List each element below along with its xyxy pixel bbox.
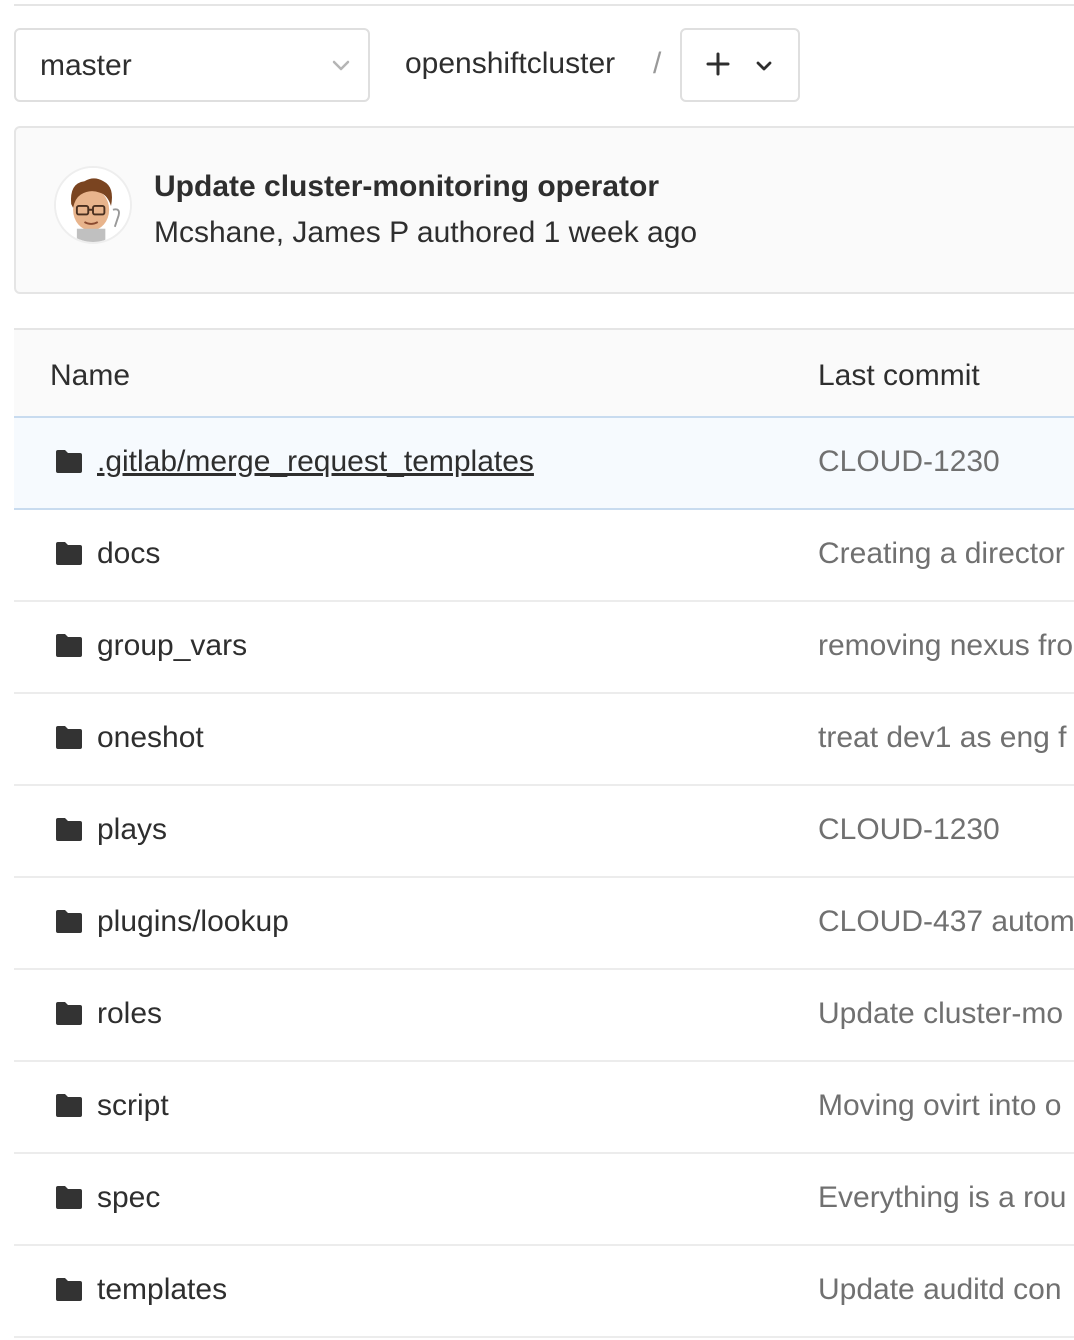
folder-icon xyxy=(54,1000,84,1026)
chevron-down-icon xyxy=(756,61,772,71)
last-commit-message[interactable]: Moving ovirt into o xyxy=(818,1089,1074,1123)
column-header-last-commit: Last commit xyxy=(818,359,980,392)
table-row[interactable]: group_vars removing nexus fro xyxy=(14,602,1074,694)
table-row[interactable]: docs Creating a director xyxy=(14,510,1074,602)
file-name-link[interactable]: script xyxy=(97,1089,169,1123)
last-commit-message[interactable]: CLOUD-1230 xyxy=(818,445,1074,479)
table-body: .gitlab/merge_request_templates CLOUD-123… xyxy=(14,418,1074,1338)
file-name-link[interactable]: templates xyxy=(97,1273,227,1307)
last-commit-message[interactable]: Update cluster-mo xyxy=(818,997,1074,1031)
branch-select[interactable]: master xyxy=(14,28,370,102)
table-row[interactable]: script Moving ovirt into o xyxy=(14,1062,1074,1154)
table-row[interactable]: plugins/lookup CLOUD-437 autom xyxy=(14,878,1074,970)
last-commit-message[interactable]: removing nexus fro xyxy=(818,629,1074,663)
folder-icon xyxy=(54,816,84,842)
commit-title[interactable]: Update cluster-monitoring operator xyxy=(154,170,659,204)
folder-icon xyxy=(54,1184,84,1210)
file-name-link[interactable]: .gitlab/merge_request_templates xyxy=(97,445,534,479)
folder-icon xyxy=(54,908,84,934)
add-file-dropdown[interactable] xyxy=(680,28,800,102)
table-row[interactable]: .gitlab/merge_request_templates CLOUD-123… xyxy=(14,418,1074,510)
table-row[interactable]: roles Update cluster-mo xyxy=(14,970,1074,1062)
file-name-link[interactable]: docs xyxy=(97,537,160,571)
folder-icon xyxy=(54,540,84,566)
breadcrumb-separator: / xyxy=(653,47,662,80)
last-commit-panel: Update cluster-monitoring operator Mcsha… xyxy=(14,126,1074,294)
file-table: Name Last commit .gitlab/merge_request_t… xyxy=(14,328,1074,1338)
avatar-image xyxy=(56,168,130,242)
folder-icon xyxy=(54,632,84,658)
column-header-name: Name xyxy=(50,359,131,392)
folder-icon xyxy=(54,448,84,474)
plus-icon xyxy=(706,52,730,76)
table-header: Name Last commit xyxy=(14,328,1074,418)
last-commit-message[interactable]: Creating a director xyxy=(818,537,1074,571)
table-row[interactable]: templates Update auditd con xyxy=(14,1246,1074,1338)
branch-label: master xyxy=(40,49,132,82)
last-commit-message[interactable]: Update auditd con xyxy=(818,1273,1074,1307)
avatar[interactable] xyxy=(54,166,132,244)
table-row[interactable]: spec Everything is a rou xyxy=(14,1154,1074,1246)
last-commit-message[interactable]: CLOUD-1230 xyxy=(818,813,1074,847)
file-name-link[interactable]: roles xyxy=(97,997,162,1031)
chevron-down-icon xyxy=(332,60,350,71)
folder-icon xyxy=(54,1276,84,1302)
file-name-link[interactable]: oneshot xyxy=(97,721,204,755)
folder-icon xyxy=(54,1092,84,1118)
last-commit-message[interactable]: Everything is a rou xyxy=(818,1181,1074,1215)
table-row[interactable]: oneshot treat dev1 as eng f xyxy=(14,694,1074,786)
top-divider xyxy=(14,4,1074,6)
last-commit-message[interactable]: treat dev1 as eng f xyxy=(818,721,1074,755)
repository-page: master openshiftcluster / Update cluster… xyxy=(0,0,1074,1340)
file-name-link[interactable]: plays xyxy=(97,813,167,847)
file-name-link[interactable]: spec xyxy=(97,1181,160,1215)
commit-meta: Mcshane, James P authored 1 week ago xyxy=(154,216,698,249)
file-name-link[interactable]: plugins/lookup xyxy=(97,905,289,939)
breadcrumb-project[interactable]: openshiftcluster xyxy=(405,47,615,81)
table-row[interactable]: plays CLOUD-1230 xyxy=(14,786,1074,878)
folder-icon xyxy=(54,724,84,750)
file-name-link[interactable]: group_vars xyxy=(97,629,247,663)
last-commit-message[interactable]: CLOUD-437 autom xyxy=(818,905,1074,939)
